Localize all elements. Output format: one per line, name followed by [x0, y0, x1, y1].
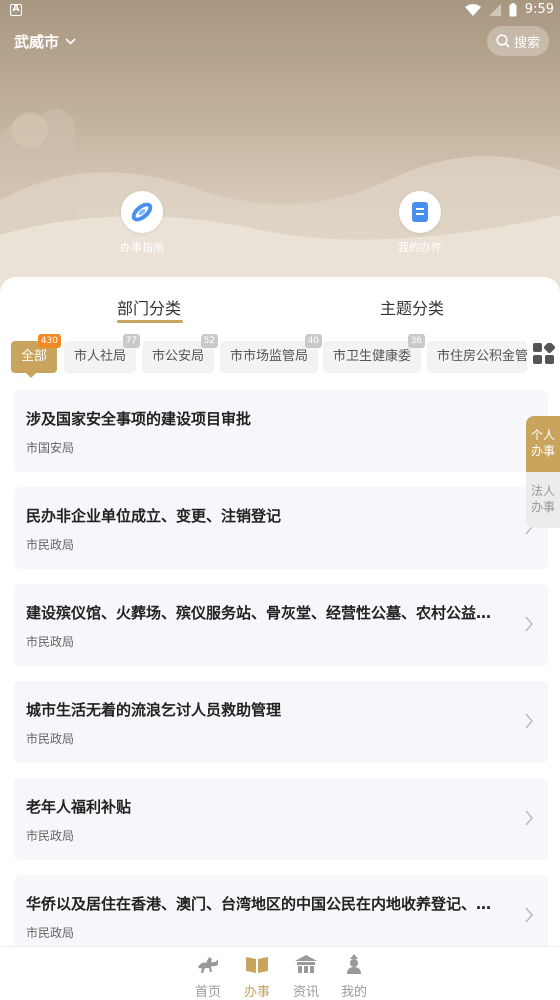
- bottom-navigation: 首页 办事 资讯 我的: [0, 946, 560, 1000]
- chip-market-regulation[interactable]: 市市场监管局 40: [220, 334, 323, 373]
- service-list: 涉及国家安全事项的建设项目审批 市国安局 民办非企业单位成立、变更、注销登记 市…: [14, 390, 548, 972]
- item-title: 老年人福利补贴: [26, 798, 132, 816]
- chip-label: 市人社局: [74, 349, 127, 364]
- item-title: 城市生活无着的流浪乞讨人员救助管理: [26, 701, 282, 719]
- nav-services[interactable]: 办事: [237, 953, 277, 1000]
- chip-label: 市市场监管局: [230, 349, 309, 364]
- chip-count-badge: 77: [122, 334, 141, 348]
- shortcut-my-cases[interactable]: 我的办件: [375, 191, 465, 255]
- status-bar: A 9:59: [0, 0, 560, 22]
- nav-label: 首页: [194, 985, 221, 1000]
- chip-label: 市卫生健康委: [333, 349, 412, 364]
- item-department: 市民政局: [26, 926, 75, 940]
- chip-count-badge: 36: [407, 334, 426, 348]
- city-selector[interactable]: 武威市: [14, 31, 76, 52]
- list-item[interactable]: 华侨以及居住在香港、澳门、台湾地区的中国公民在内地收养登记、解... 市民政局: [14, 875, 548, 957]
- item-title: 涉及国家安全事项的建设项目审批: [26, 410, 252, 428]
- shortcut-label: 我的办件: [398, 241, 442, 254]
- shortcut-label: 办事指南: [120, 241, 164, 254]
- book-icon: [246, 957, 268, 973]
- list-item[interactable]: 民办非企业单位成立、变更、注销登记 市民政局: [14, 487, 548, 569]
- list-item[interactable]: 涉及国家安全事项的建设项目审批 市国安局: [14, 390, 548, 472]
- wifi-icon: [464, 3, 481, 16]
- chevron-right-icon: [525, 616, 533, 632]
- header-background: [0, 0, 560, 300]
- item-title: 建设殡仪馆、火葬场、殡仪服务站、骨灰堂、经营性公墓、农村公益性...: [26, 604, 506, 622]
- tab-label-line2: 办事: [530, 444, 555, 458]
- item-title: 民办非企业单位成立、变更、注销登记: [26, 507, 282, 525]
- nav-label: 资讯: [292, 985, 319, 1000]
- department-chips: 全部 430 市人社局 77 市公安局 52 市市场监管局 40 市卫生健康委 …: [0, 334, 560, 378]
- compass-icon: [131, 202, 153, 222]
- chip-pointer: [26, 373, 36, 378]
- shortcut-guide[interactable]: 办事指南: [97, 191, 187, 255]
- building-icon: [295, 955, 317, 973]
- individual-services-tab[interactable]: 个人 办事: [526, 416, 560, 472]
- chip-police-bureau[interactable]: 市公安局 52: [142, 334, 219, 373]
- signal-off-icon: [488, 3, 501, 16]
- chip-all[interactable]: 全部 430: [11, 334, 62, 378]
- nav-label: 办事: [243, 985, 270, 1000]
- grid-view-icon[interactable]: [533, 343, 555, 365]
- chevron-down-icon: [65, 38, 76, 45]
- chip-housing-fund[interactable]: 市住房公积金管: [427, 341, 527, 373]
- chip-count-badge: 52: [200, 334, 219, 348]
- chevron-right-icon: [525, 713, 533, 729]
- nav-profile[interactable]: 我的: [334, 953, 374, 1000]
- nav-home[interactable]: 首页: [188, 953, 228, 1000]
- tab-topic[interactable]: 主题分类: [380, 295, 444, 319]
- person-icon: [347, 954, 361, 974]
- battery-icon: [509, 2, 517, 16]
- chip-label: 市公安局: [152, 349, 205, 364]
- category-tabs: 部门分类 主题分类: [0, 277, 560, 327]
- item-department: 市民政局: [26, 732, 75, 746]
- active-tab-indicator: [117, 320, 183, 323]
- item-title: 华侨以及居住在香港、澳门、台湾地区的中国公民在内地收养登记、解...: [26, 895, 506, 913]
- tab-department[interactable]: 部门分类: [117, 295, 181, 319]
- chevron-right-icon: [525, 810, 533, 826]
- mountain-illustration: [0, 108, 560, 300]
- list-item[interactable]: 城市生活无着的流浪乞讨人员救助管理 市民政局: [14, 681, 548, 763]
- item-department: 市民政局: [26, 635, 75, 649]
- tab-label-line2: 办事: [530, 500, 555, 514]
- clock: 9:59: [524, 2, 554, 17]
- horse-icon: [198, 957, 218, 973]
- city-label: 武威市: [14, 33, 60, 51]
- document-icon: [412, 202, 428, 222]
- applicant-type-switch: 个人 办事 法人 办事: [526, 416, 560, 528]
- item-department: 市国安局: [26, 441, 75, 455]
- item-department: 市民政局: [26, 538, 75, 552]
- chip-health-commission[interactable]: 市卫生健康委 36: [323, 334, 426, 373]
- chevron-right-icon: [525, 907, 533, 923]
- search-icon: [496, 34, 510, 48]
- search-label: 搜索: [513, 35, 540, 51]
- item-department: 市民政局: [26, 829, 75, 843]
- legal-entity-services-tab[interactable]: 法人 办事: [526, 472, 560, 528]
- app-notification-icon: A: [10, 4, 22, 16]
- list-item[interactable]: 老年人福利补贴 市民政局: [14, 778, 548, 860]
- tab-label-line1: 法人: [530, 484, 555, 498]
- search-button[interactable]: 搜索: [487, 26, 549, 56]
- chip-label: 全部: [21, 349, 48, 364]
- chip-count-badge: 430: [37, 334, 62, 348]
- chip-hr-bureau[interactable]: 市人社局 77: [64, 334, 141, 373]
- chip-label: 市住房公积金管: [437, 349, 527, 364]
- list-item[interactable]: 建设殡仪馆、火葬场、殡仪服务站、骨灰堂、经营性公墓、农村公益性... 市民政局: [14, 584, 548, 666]
- tab-label-line1: 个人: [530, 428, 555, 442]
- nav-news[interactable]: 资讯: [286, 953, 326, 1000]
- nav-label: 我的: [340, 985, 367, 1000]
- chip-count-badge: 40: [304, 334, 323, 348]
